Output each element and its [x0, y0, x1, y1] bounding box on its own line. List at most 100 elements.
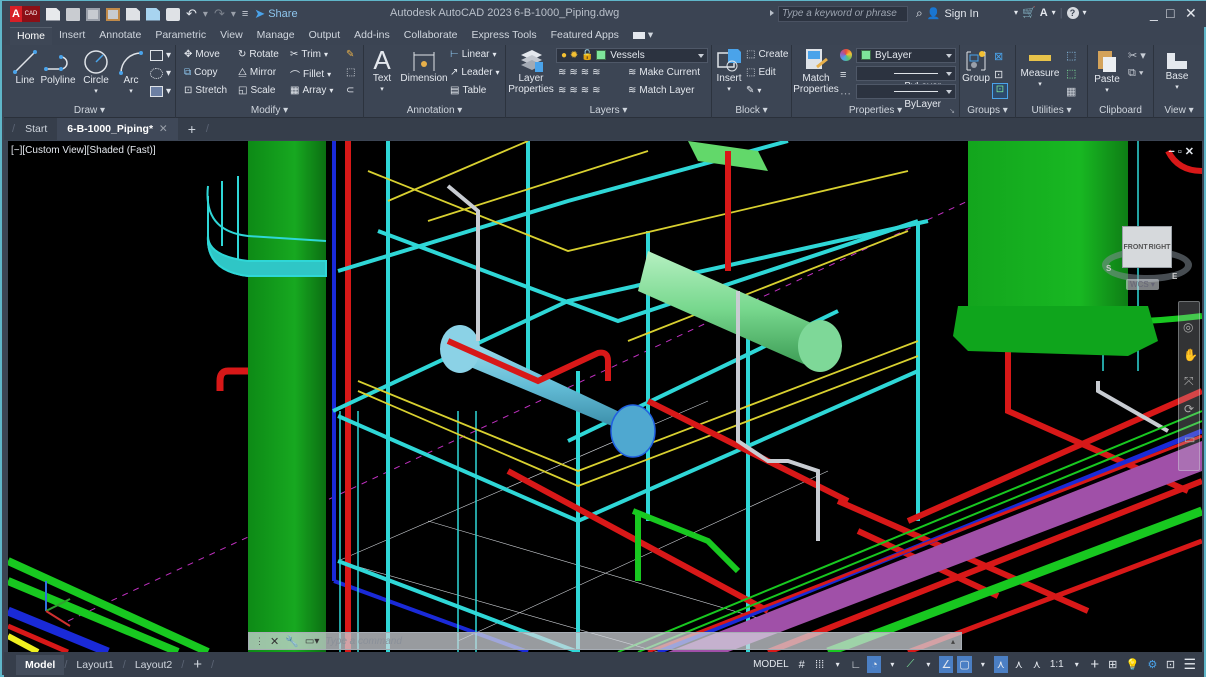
scale-dropdown-icon[interactable]: ▾	[1070, 656, 1084, 673]
maximize-button[interactable]: □	[1166, 5, 1174, 21]
snap-icon[interactable]: ⁞⁞⁞	[813, 656, 827, 673]
share-button[interactable]: ➤ Share	[254, 6, 297, 22]
circle-dropdown-icon[interactable]: ▾	[94, 86, 98, 97]
compass-e[interactable]: E	[1172, 272, 1177, 281]
orbit-icon[interactable]: ⟳	[1184, 402, 1194, 416]
clean-screen-icon[interactable]: ⊡	[1163, 656, 1177, 673]
customize-icon[interactable]: ≡	[242, 8, 248, 20]
annotation-visibility-icon[interactable]: ⋏	[993, 656, 1008, 673]
tab-featured-apps[interactable]: Featured Apps	[544, 27, 626, 45]
move-button[interactable]: ✥ Move	[184, 49, 220, 60]
open-icon[interactable]	[66, 7, 80, 21]
object-snap-tracking-icon[interactable]: ∠	[939, 656, 954, 673]
fillet-button[interactable]: ⌒ Fillet ▾	[290, 67, 331, 82]
panel-modify-title[interactable]: Modify ▾	[176, 105, 363, 116]
save-icon[interactable]	[86, 7, 100, 21]
tab-add-ins[interactable]: Add-ins	[347, 27, 397, 45]
steering-wheel-icon[interactable]: ◎	[1183, 320, 1193, 334]
save-as-icon[interactable]	[106, 7, 120, 21]
panel-draw-title[interactable]: Draw ▾	[4, 105, 175, 116]
grid-icon[interactable]: #	[795, 656, 809, 673]
lineweight-dropdown[interactable]: ByLayer	[856, 66, 956, 92]
zoom-extents-icon[interactable]: ⤧	[1184, 374, 1194, 389]
layer-isolate-icon[interactable]: ≋	[569, 67, 577, 78]
match-properties-button[interactable]: Match Properties	[793, 47, 839, 95]
viewcube-right[interactable]: RIGHT	[1149, 244, 1171, 251]
isodraft-dropdown-icon[interactable]: ▾	[921, 656, 935, 673]
wcs-menu[interactable]: WCS ▾	[1126, 279, 1159, 290]
drawing-viewport[interactable]: [−][Custom View][Shaded (Fast)] − ▫ ✕ FR…	[8, 141, 1202, 652]
block-attributes-button[interactable]: ✎ ▾	[746, 85, 761, 96]
measure-button[interactable]: Measure ▾	[1020, 55, 1060, 90]
workspace-plus-icon[interactable]: +	[1088, 656, 1102, 673]
search-expand-icon[interactable]	[770, 10, 774, 16]
line-button[interactable]: Line	[10, 49, 40, 86]
tab-insert[interactable]: Insert	[52, 27, 92, 45]
showmotion-icon[interactable]: ▭	[1184, 432, 1195, 446]
undo-icon[interactable]: ↶	[186, 6, 197, 22]
viewcube-box[interactable]: FRONT RIGHT	[1122, 226, 1172, 268]
layout-tab-model[interactable]: Model	[16, 654, 65, 675]
base-dropdown-icon[interactable]: ▾	[1175, 82, 1179, 93]
ungroup-icon[interactable]: ⊠	[994, 50, 1003, 63]
cut-icon[interactable]: ✂ ▾	[1128, 49, 1146, 62]
customization-menu-icon[interactable]: ☰	[1181, 656, 1198, 673]
rotate-button[interactable]: ↻ Rotate	[238, 49, 279, 60]
match-layer-button[interactable]: ≋ Match Layer	[628, 85, 694, 96]
viewport-window-controls[interactable]: − ▫ ✕	[1168, 145, 1194, 158]
layer-lock-tool-icon[interactable]: ≋	[592, 67, 600, 78]
close-tab-icon[interactable]: ✕	[159, 123, 168, 135]
layer-dropdown[interactable]: ● ✹ 🔓 Vessels	[556, 48, 708, 63]
autodesk-account-icon[interactable]: A	[1040, 7, 1048, 19]
viewcube-front[interactable]: FRONT	[1124, 244, 1148, 251]
tab-parametric[interactable]: Parametric	[148, 27, 213, 45]
app-menu-button[interactable]: A CAD	[10, 6, 40, 22]
explode-button[interactable]: ⬚	[346, 67, 355, 78]
annotation-scale-icon[interactable]: ⋏	[1030, 656, 1044, 673]
layer-unisolate-icon[interactable]: ≋	[569, 85, 577, 96]
group-edit-icon[interactable]: ⊡	[994, 68, 1003, 81]
circle-button[interactable]: Circle ▾	[81, 49, 111, 97]
layer-unlock-icon[interactable]: ≋	[592, 85, 600, 96]
close-button[interactable]: ✕	[1185, 5, 1197, 22]
paste-dropdown-icon[interactable]: ▾	[1105, 85, 1109, 96]
command-input[interactable]: Type a command	[325, 636, 402, 647]
autodesk-app-store-icon[interactable]: 🛒	[1022, 6, 1036, 19]
linear-dropdown-icon[interactable]: ▾	[493, 50, 497, 59]
units-icon[interactable]: ⊞	[1106, 656, 1120, 673]
text-dropdown-icon[interactable]: ▾	[380, 84, 384, 95]
panel-clipboard-title[interactable]: Clipboard	[1088, 105, 1153, 116]
undo-dropdown-icon[interactable]: ▾	[203, 9, 208, 20]
hardware-acceleration-icon[interactable]: ⚙	[1145, 656, 1159, 673]
leader-dropdown-icon[interactable]: ▾	[496, 68, 500, 77]
select-all-icon[interactable]: ⬚	[1066, 67, 1076, 80]
annotation-scale-value[interactable]: 1:1	[1048, 656, 1066, 673]
layer-thaw-tool-icon[interactable]: ≋	[581, 85, 589, 96]
arc-dropdown-icon[interactable]: ▾	[129, 86, 133, 97]
tab-annotate[interactable]: Annotate	[92, 27, 148, 45]
ortho-icon[interactable]: ∟	[849, 656, 864, 673]
panel-layers-title[interactable]: Layers ▾	[506, 105, 711, 116]
help-search-input[interactable]: Type a keyword or phrase	[778, 6, 908, 22]
erase-button[interactable]: ✎	[346, 49, 354, 60]
stretch-button[interactable]: ⊡ Stretch	[184, 85, 227, 96]
arc-button[interactable]: Arc ▾	[116, 49, 146, 97]
tab-output[interactable]: Output	[302, 27, 348, 45]
doc-tab-start[interactable]: Start	[15, 118, 57, 140]
command-recent-icon[interactable]: ▭▾	[305, 636, 319, 647]
make-current-button[interactable]: ≋ Make Current	[628, 67, 700, 78]
paste-button[interactable]: Paste ▾	[1092, 48, 1122, 96]
mirror-button[interactable]: ⧋ Mirror	[238, 67, 276, 78]
help-dropdown-icon[interactable]: ▾	[1083, 8, 1087, 17]
snap-dropdown-icon[interactable]: ▾	[831, 656, 845, 673]
command-line[interactable]: ⋮ ✕ 🔧 ▭▾ Type a command ▴	[248, 632, 962, 650]
minimize-button[interactable]: _	[1150, 5, 1158, 21]
command-history-icon[interactable]: ▴	[951, 637, 955, 646]
panel-groups-title[interactable]: Groups ▾	[960, 105, 1015, 116]
sign-in-button[interactable]: Sign In	[944, 8, 978, 20]
command-customize-icon[interactable]: 🔧	[285, 635, 299, 648]
doc-tab-piping[interactable]: 6-B-1000_Piping* ✕	[57, 118, 178, 140]
isodraft-icon[interactable]: ⟋	[903, 656, 917, 673]
tab-view[interactable]: View	[213, 27, 250, 45]
new-tab-button[interactable]: +	[178, 118, 206, 140]
